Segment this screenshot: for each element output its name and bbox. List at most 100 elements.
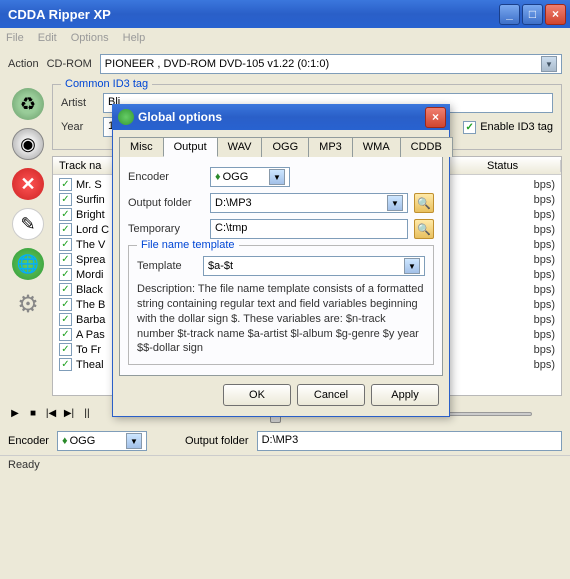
menubar: File Edit Options Help <box>0 28 570 48</box>
tab-wma[interactable]: WMA <box>352 137 401 157</box>
enable-id3-checkbox[interactable]: ✓ Enable ID3 tag <box>463 121 553 134</box>
checkbox-icon: ✓ <box>59 178 72 191</box>
cdrom-dropdown[interactable]: PIONEER , DVD-ROM DVD-105 v1.22 (0:1:0) … <box>100 54 562 74</box>
window-title: CDDA Ripper XP <box>8 7 499 22</box>
main-titlebar: CDDA Ripper XP _ □ × <box>0 0 570 28</box>
cdrom-label: CD-ROM <box>47 58 92 70</box>
checkbox-icon: ✓ <box>59 328 72 341</box>
checkbox-icon: ✓ <box>59 193 72 206</box>
checkbox-icon: ✓ <box>59 358 72 371</box>
action-label: Action <box>8 58 39 70</box>
encoder-dropdown[interactable]: ♦OGG ▼ <box>57 431 147 451</box>
status-text: Ready <box>8 459 40 471</box>
dialog-tabs: Misc Output WAV OGG MP3 WMA CDDB <box>119 136 443 157</box>
dropdown-arrow-icon: ▼ <box>126 433 142 449</box>
track-status: bps) <box>534 299 555 311</box>
filename-template-box: File name template Template $a-$t ▼ Desc… <box>128 245 434 365</box>
checkbox-icon: ✓ <box>59 238 72 251</box>
dialog-title: Global options <box>138 110 425 124</box>
template-select[interactable]: $a-$t ▼ <box>203 256 425 276</box>
tab-cddb[interactable]: CDDB <box>400 137 453 157</box>
next-button[interactable]: ▶| <box>62 408 76 419</box>
track-status: bps) <box>534 239 555 251</box>
apply-button[interactable]: Apply <box>371 384 439 406</box>
action-bar: Action CD-ROM PIONEER , DVD-ROM DVD-105 … <box>0 48 570 80</box>
play-button[interactable]: ▶ <box>8 408 22 419</box>
track-status: bps) <box>534 284 555 296</box>
template-label: Template <box>137 260 197 272</box>
checkbox-icon: ✓ <box>59 268 72 281</box>
checkbox-icon: ✓ <box>59 223 72 236</box>
track-status: bps) <box>534 194 555 206</box>
encoder-label: Encoder <box>8 435 49 447</box>
output-folder-select[interactable]: D:\MP3 ▼ <box>210 193 408 213</box>
globe-icon[interactable]: 🌐 <box>12 248 44 280</box>
close-button[interactable]: × <box>545 4 566 25</box>
track-status: bps) <box>534 209 555 221</box>
encoder-select[interactable]: ♦OGG ▼ <box>210 167 290 187</box>
year-label: Year <box>61 121 97 133</box>
track-status: bps) <box>534 344 555 356</box>
global-options-dialog: Global options × Misc Output WAV OGG MP3… <box>112 104 450 417</box>
id3-legend: Common ID3 tag <box>61 78 152 90</box>
template-description: Description: The file name template cons… <box>137 282 425 356</box>
temporary-label: Temporary <box>128 223 204 235</box>
browse-temp-button[interactable]: 🔍 <box>414 219 434 239</box>
tab-misc[interactable]: Misc <box>119 137 164 157</box>
ogg-icon: ♦ <box>215 171 221 183</box>
stop-button[interactable]: ■ <box>26 408 40 419</box>
refresh-icon[interactable]: ♻ <box>12 88 44 120</box>
track-status-header[interactable]: Status <box>481 160 561 172</box>
temporary-input[interactable]: C:\tmp <box>210 219 408 239</box>
dialog-titlebar: Global options × <box>112 104 450 130</box>
track-status: bps) <box>534 179 555 191</box>
output-folder-label: Output folder <box>128 197 204 209</box>
checkbox-icon: ✓ <box>59 283 72 296</box>
encoder-label: Encoder <box>128 171 204 183</box>
template-legend: File name template <box>137 239 239 251</box>
gear-icon[interactable]: ⚙ <box>12 288 44 320</box>
stop-icon[interactable]: ✕ <box>12 168 44 200</box>
left-toolbar: ♻ ◉ ✕ ✎ 🌐 ⚙ <box>8 84 48 396</box>
dropdown-arrow-icon: ▼ <box>404 258 420 274</box>
bottom-bar: Encoder ♦OGG ▼ Output folder D:\MP3 <box>0 427 570 455</box>
checkbox-icon: ✓ <box>59 343 72 356</box>
globe-icon <box>118 109 134 125</box>
enable-id3-label: Enable ID3 tag <box>480 121 553 133</box>
menu-edit[interactable]: Edit <box>38 32 57 44</box>
track-status: bps) <box>534 269 555 281</box>
cd-icon[interactable]: ◉ <box>12 128 44 160</box>
statusbar: Ready <box>0 455 570 474</box>
cancel-button[interactable]: Cancel <box>297 384 365 406</box>
output-label: Output folder <box>185 435 249 447</box>
maximize-button[interactable]: □ <box>522 4 543 25</box>
dropdown-arrow-icon: ▼ <box>387 195 403 211</box>
dropdown-arrow-icon: ▼ <box>269 169 285 185</box>
checkbox-icon: ✓ <box>463 121 476 134</box>
dropdown-arrow-icon: ▼ <box>541 56 557 72</box>
track-status: bps) <box>534 224 555 236</box>
menu-options[interactable]: Options <box>71 32 109 44</box>
minimize-button[interactable]: _ <box>499 4 520 25</box>
pause-button[interactable]: || <box>80 408 94 419</box>
tab-output[interactable]: Output <box>163 137 218 157</box>
checkbox-icon: ✓ <box>59 313 72 326</box>
menu-file[interactable]: File <box>6 32 24 44</box>
output-folder-input[interactable]: D:\MP3 <box>257 431 562 451</box>
prev-button[interactable]: |◀ <box>44 408 58 419</box>
ok-button[interactable]: OK <box>223 384 291 406</box>
edit-icon[interactable]: ✎ <box>12 208 44 240</box>
track-status: bps) <box>534 329 555 341</box>
track-status: bps) <box>534 314 555 326</box>
menu-help[interactable]: Help <box>123 32 146 44</box>
tab-mp3[interactable]: MP3 <box>308 137 353 157</box>
tab-wav[interactable]: WAV <box>217 137 263 157</box>
ogg-icon: ♦ <box>62 435 68 447</box>
cdrom-value: PIONEER , DVD-ROM DVD-105 v1.22 (0:1:0) <box>105 58 329 70</box>
browse-output-button[interactable]: 🔍 <box>414 193 434 213</box>
track-status: bps) <box>534 254 555 266</box>
track-name-header[interactable]: Track na <box>53 160 113 172</box>
dialog-close-button[interactable]: × <box>425 107 446 128</box>
checkbox-icon: ✓ <box>59 208 72 221</box>
tab-ogg[interactable]: OGG <box>261 137 309 157</box>
